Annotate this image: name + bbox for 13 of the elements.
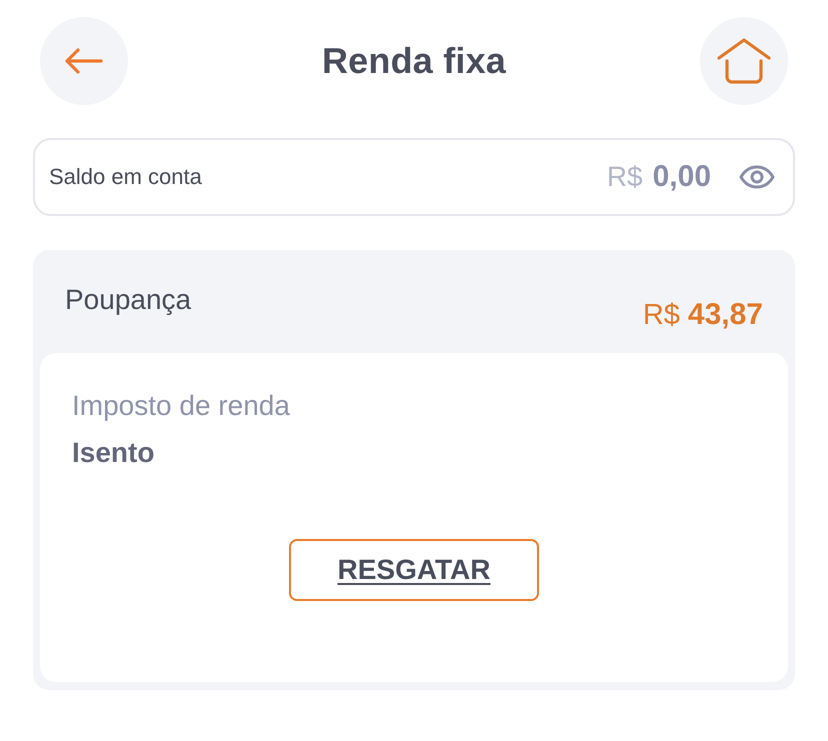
redeem-button[interactable]: RESGATAR xyxy=(289,539,539,601)
balance-label: Saldo em conta xyxy=(49,164,203,190)
currency-symbol: R$ xyxy=(606,161,643,193)
eye-icon[interactable] xyxy=(739,165,775,189)
currency-symbol: R$ xyxy=(642,299,680,332)
detail-label: Imposto de renda xyxy=(72,389,291,423)
balance-amount: 0,00 xyxy=(652,160,711,194)
back-arrow-icon xyxy=(65,48,103,74)
page-title: Renda fixa xyxy=(322,40,506,82)
product-name: Poupança xyxy=(65,284,192,316)
detail-value: Isento xyxy=(72,436,156,470)
home-icon xyxy=(717,38,771,84)
product-amount: 43,87 xyxy=(688,298,763,332)
